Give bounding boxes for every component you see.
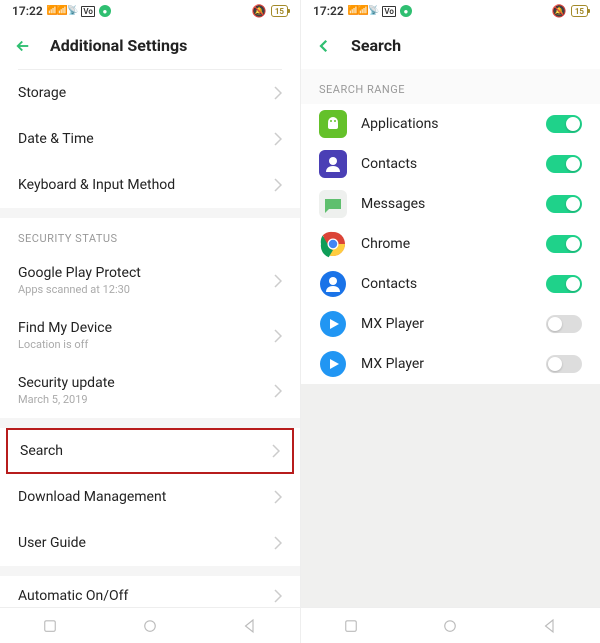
search-item-mx-player[interactable]: MX Player	[301, 304, 600, 344]
chevron-right-icon	[274, 490, 282, 504]
toggle-switch[interactable]	[546, 355, 582, 373]
security-status-header: SECURITY STATUS	[0, 218, 300, 253]
search-item-chrome[interactable]: Chrome	[301, 224, 600, 264]
search-item-label: Messages	[361, 196, 546, 212]
search-item-label: MX Player	[361, 316, 546, 332]
notification-dot-icon: ●	[400, 5, 412, 17]
navigation-bar	[0, 607, 300, 643]
row-date-time[interactable]: Date & Time	[0, 116, 300, 162]
status-bar: 17:22 📶📶📡 Vo ● 🔕 15	[301, 0, 600, 22]
navigation-bar	[301, 607, 600, 643]
row-find-my-device[interactable]: Find My Device Location is off	[0, 308, 300, 363]
recents-button[interactable]	[342, 617, 360, 635]
chevron-right-icon	[274, 178, 282, 192]
header: Additional Settings	[0, 22, 300, 69]
vo-lte-icon: Vo	[81, 6, 95, 17]
mute-icon: 🔕	[252, 4, 267, 18]
home-button[interactable]	[141, 617, 159, 635]
row-label: Automatic On/Off	[18, 588, 128, 604]
mute-icon: 🔕	[552, 4, 567, 18]
row-download-management[interactable]: Download Management	[0, 474, 300, 520]
row-label: Keyboard & Input Method	[18, 177, 274, 193]
row-sub: Apps scanned at 12:30	[18, 283, 274, 296]
row-label: Find My Device	[18, 320, 274, 336]
row-sub: March 5, 2019	[18, 393, 274, 406]
status-time: 17:22	[313, 4, 344, 18]
row-automatic-onoff[interactable]: Automatic On/Off	[0, 576, 300, 604]
chrome-icon	[319, 230, 347, 258]
row-security-update[interactable]: Security update March 5, 2019	[0, 363, 300, 418]
search-item-contacts[interactable]: Contacts	[301, 144, 600, 184]
search-item-label: Chrome	[361, 236, 546, 252]
page-title: Search	[351, 36, 401, 55]
back-chevron-icon[interactable]	[315, 37, 333, 55]
search-item-label: Contacts	[361, 156, 546, 172]
contacts-purple-icon	[319, 150, 347, 178]
chevron-right-icon	[274, 86, 282, 100]
battery-icon: 15	[271, 5, 288, 17]
search-range-list: Applications Contacts Messages Chrome Contac…	[301, 104, 600, 384]
messages-icon	[319, 190, 347, 218]
divider	[0, 566, 300, 576]
search-item-label: Applications	[361, 116, 546, 132]
row-storage[interactable]: Storage	[0, 70, 300, 116]
signal-icons: 📶📶📡	[47, 6, 78, 16]
toggle-switch[interactable]	[546, 155, 582, 173]
battery-icon: 15	[571, 5, 588, 17]
row-label: Google Play Protect	[18, 265, 274, 281]
mx-icon	[319, 350, 347, 378]
search-item-mx-player[interactable]: MX Player	[301, 344, 600, 384]
status-bar: 17:22 📶📶📡 Vo ● 🔕 15	[0, 0, 300, 22]
search-item-contacts[interactable]: Contacts	[301, 264, 600, 304]
row-label: User Guide	[18, 535, 274, 551]
search-range-header: SEARCH RANGE	[301, 69, 600, 104]
row-label: Download Management	[18, 489, 274, 505]
row-keyboard[interactable]: Keyboard & Input Method	[0, 162, 300, 208]
home-button[interactable]	[441, 617, 459, 635]
row-label: Security update	[18, 375, 274, 391]
toggle-switch[interactable]	[546, 195, 582, 213]
row-play-protect[interactable]: Google Play Protect Apps scanned at 12:3…	[0, 253, 300, 308]
toggle-switch[interactable]	[546, 275, 582, 293]
contacts-blue-icon	[319, 270, 347, 298]
back-button[interactable]	[541, 617, 559, 635]
search-item-applications[interactable]: Applications	[301, 104, 600, 144]
notification-dot-icon: ●	[99, 5, 111, 17]
chevron-right-icon	[274, 329, 282, 343]
row-label: Date & Time	[18, 131, 274, 147]
toggle-switch[interactable]	[546, 315, 582, 333]
search-item-label: Contacts	[361, 276, 546, 292]
row-sub: Location is off	[18, 338, 274, 351]
chevron-right-icon	[274, 384, 282, 398]
toggle-switch[interactable]	[546, 115, 582, 133]
row-user-guide[interactable]: User Guide	[0, 520, 300, 566]
screen-search: 17:22 📶📶📡 Vo ● 🔕 15 Search SEARCH RANGE …	[300, 0, 600, 643]
mx-icon	[319, 310, 347, 338]
recents-button[interactable]	[41, 617, 59, 635]
signal-icons: 📶📶📡	[348, 6, 379, 16]
search-item-messages[interactable]: Messages	[301, 184, 600, 224]
status-time: 17:22	[12, 4, 43, 18]
header: Search	[301, 22, 600, 69]
chevron-right-icon	[274, 589, 282, 603]
divider	[0, 208, 300, 218]
settings-list: Storage Date & Time Keyboard & Input Met…	[0, 69, 300, 607]
search-item-label: MX Player	[361, 356, 546, 372]
chevron-right-icon	[274, 132, 282, 146]
screen-additional-settings: 17:22 📶📶📡 Vo ● 🔕 15 Additional Settings …	[0, 0, 300, 643]
vo-lte-icon: Vo	[382, 6, 396, 17]
chevron-right-icon	[272, 444, 280, 458]
android-icon	[319, 110, 347, 138]
toggle-switch[interactable]	[546, 235, 582, 253]
row-search[interactable]: Search	[6, 428, 294, 474]
chevron-right-icon	[274, 274, 282, 288]
row-label: Storage	[18, 85, 274, 101]
back-button[interactable]	[241, 617, 259, 635]
row-label: Search	[20, 443, 272, 459]
chevron-right-icon	[274, 536, 282, 550]
empty-area	[301, 384, 600, 607]
divider	[0, 418, 300, 428]
page-title: Additional Settings	[50, 36, 187, 55]
back-arrow-icon[interactable]	[14, 37, 32, 55]
